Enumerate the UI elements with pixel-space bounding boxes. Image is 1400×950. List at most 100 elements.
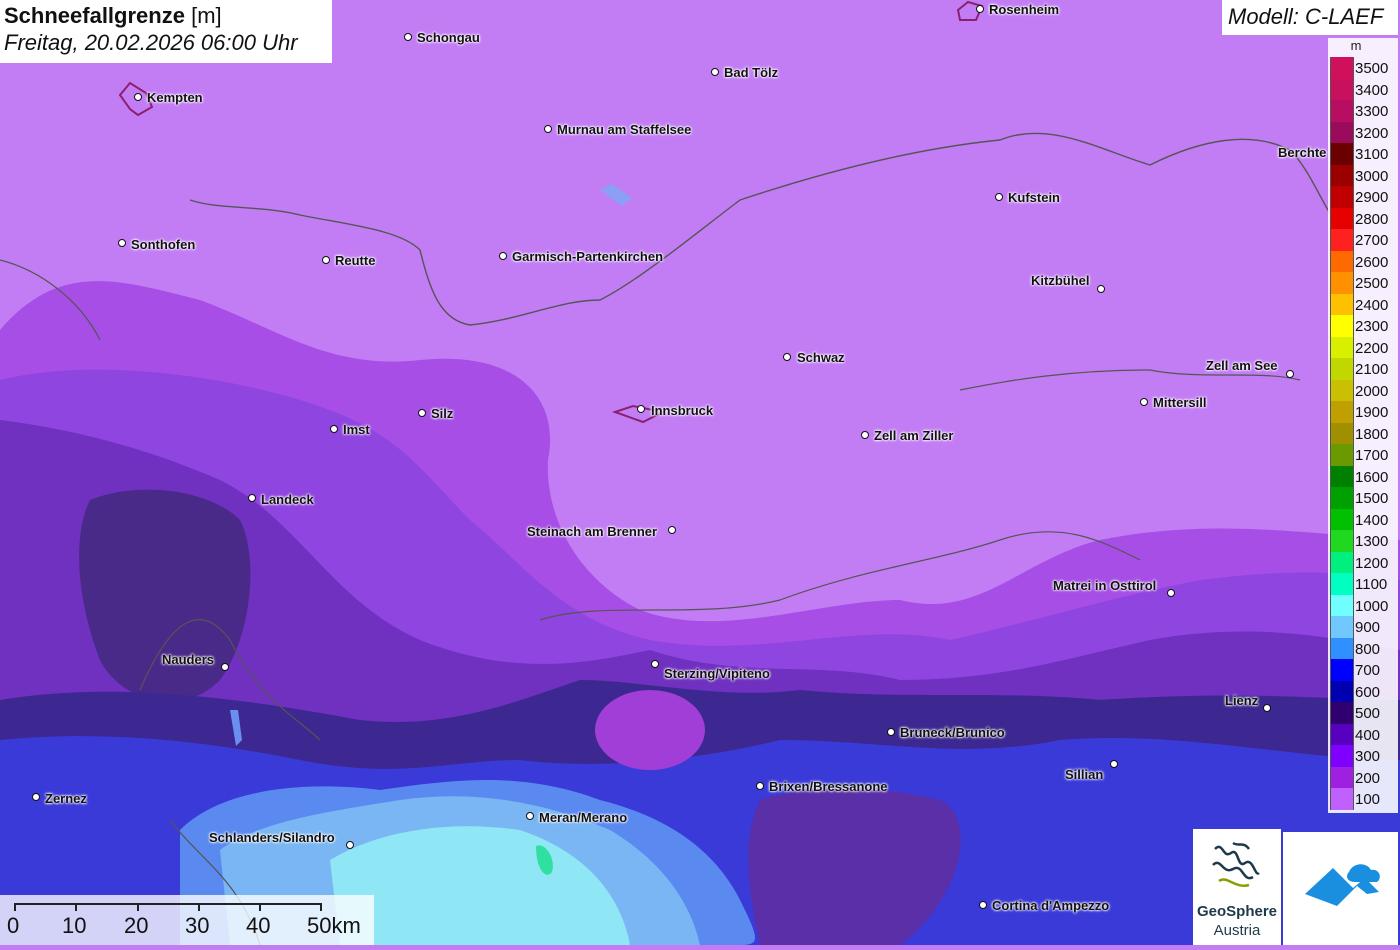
city-label: Imst	[343, 422, 370, 437]
city-dot	[248, 494, 256, 502]
city-dot	[1286, 370, 1294, 378]
city-dot	[418, 409, 426, 417]
city-dot	[346, 841, 354, 849]
legend-row: 800	[1328, 637, 1398, 659]
city-label: Kitzbühel	[1031, 273, 1090, 288]
city-label: Reutte	[335, 253, 376, 268]
legend-swatch	[1330, 766, 1354, 788]
legend-label: 1600	[1355, 468, 1389, 486]
legend-swatch	[1330, 100, 1354, 122]
city-dot	[134, 93, 142, 101]
city-dot	[651, 660, 659, 668]
legend-label: 1900	[1355, 404, 1389, 421]
city-label: Cortina d'Ampezzo	[992, 898, 1110, 913]
city-label: Matrei in Osttirol	[1053, 578, 1157, 593]
geosphere-logo[interactable]: GeoSphere Austria	[1193, 829, 1281, 945]
city-label: Berchte	[1278, 145, 1327, 160]
legend-swatch	[1330, 379, 1354, 401]
legend-row: 1500	[1328, 487, 1398, 509]
scale-tick	[14, 903, 16, 911]
legend-swatch	[1330, 594, 1354, 616]
legend-label: 1200	[1355, 554, 1389, 572]
legend-row: 1800	[1328, 422, 1398, 444]
city-label: Sterzing/Vipiteno	[664, 666, 770, 681]
legend-label: 2100	[1355, 361, 1389, 378]
city-dot	[32, 793, 40, 801]
legend-row: 2400	[1328, 293, 1398, 315]
scale-tick	[259, 903, 261, 911]
legend-label: 900	[1355, 619, 1381, 636]
legend-swatch	[1330, 250, 1354, 272]
legend-swatch	[1330, 508, 1354, 530]
legend-swatch	[1330, 186, 1354, 208]
legend-row: 2600	[1328, 250, 1398, 272]
city-label: Schwaz	[797, 350, 845, 365]
legend-swatch	[1330, 207, 1354, 229]
legend-swatch	[1330, 401, 1354, 423]
city-dot	[1110, 760, 1118, 768]
city-dot	[1167, 589, 1175, 597]
legend-label: 2200	[1355, 339, 1389, 357]
legend-label: 2500	[1355, 275, 1389, 292]
city-label: Innsbruck	[651, 403, 714, 418]
city-label: Garmisch-Partenkirchen	[512, 249, 664, 264]
legend-row: 1200	[1328, 551, 1398, 573]
legend-label: 2700	[1355, 232, 1389, 249]
city-dot	[544, 125, 552, 133]
city-dot	[1140, 398, 1148, 406]
legend-swatch	[1330, 229, 1354, 251]
legend-swatch	[1330, 616, 1354, 638]
legend-label: 3500	[1355, 60, 1389, 77]
legend-label: 1300	[1355, 533, 1389, 550]
legend-swatch	[1330, 551, 1354, 573]
legend-row: 3000	[1328, 164, 1398, 186]
city-dot	[322, 256, 330, 264]
legend-swatch	[1330, 530, 1354, 552]
legend-swatch	[1330, 315, 1354, 337]
legend-row: 600	[1328, 680, 1398, 702]
legend-row: 2900	[1328, 186, 1398, 208]
legend-swatch	[1330, 745, 1354, 767]
legend-label: 2900	[1355, 189, 1389, 206]
scale-line	[14, 903, 321, 905]
weather-app-logo[interactable]	[1283, 832, 1398, 945]
legend-row: 3300	[1328, 100, 1398, 122]
city-dot	[861, 431, 869, 439]
legend-swatch	[1330, 358, 1354, 380]
legend-row: 2500	[1328, 272, 1398, 294]
legend-label: 700	[1355, 662, 1381, 679]
legend-unit: m	[1350, 38, 1362, 53]
scale-tick	[320, 903, 322, 911]
legend-swatch	[1330, 57, 1354, 79]
legend-row: 2300	[1328, 315, 1398, 337]
city-label: Nauders	[162, 652, 215, 667]
title-unit: [m]	[191, 3, 222, 28]
legend-row: 2200	[1328, 336, 1398, 358]
scale-bar: 0 10 20 30 40 50km	[0, 895, 374, 945]
legend-row: 3200	[1328, 121, 1398, 143]
city-dot	[976, 5, 984, 13]
legend-label: 1100	[1355, 576, 1388, 593]
legend-label: 3100	[1355, 146, 1389, 163]
legend-swatch	[1330, 336, 1354, 358]
legend-swatch	[1330, 293, 1354, 315]
legend-label: 2300	[1355, 318, 1389, 335]
city-dot	[637, 405, 645, 413]
city-label: Meran/Merano	[539, 810, 628, 825]
city-dot	[711, 68, 719, 76]
city-label: Rosenheim	[989, 2, 1060, 17]
legend-label: 1800	[1355, 425, 1389, 443]
snowfall-line-map	[0, 0, 1400, 945]
legend-swatch	[1330, 573, 1354, 595]
legend-row: 400	[1328, 723, 1398, 745]
city-dot	[330, 425, 338, 433]
legend-swatch	[1330, 659, 1354, 681]
legend-row: 1400	[1328, 508, 1398, 530]
city-label: Lienz	[1225, 693, 1259, 708]
city-label: Bad Tölz	[724, 65, 779, 80]
scale-label: 20	[124, 913, 149, 938]
forecast-datetime: Freitag, 20.02.2026 06:00 Uhr	[4, 30, 298, 55]
city-label: Silz	[431, 406, 454, 421]
city-label: Murnau am Staffelsee	[557, 122, 692, 137]
legend-swatch	[1330, 78, 1354, 100]
